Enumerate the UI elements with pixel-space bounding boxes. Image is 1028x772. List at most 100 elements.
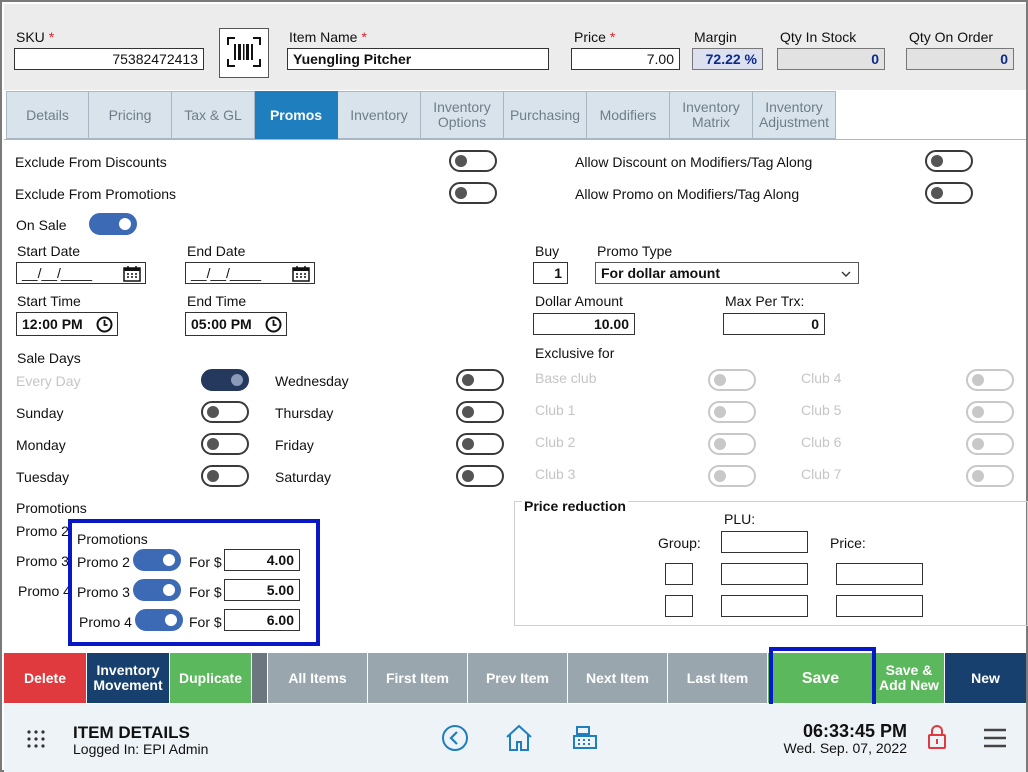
club-toggle[interactable] <box>966 465 1014 487</box>
tab-bar: Details Pricing Tax & GL Promos Inventor… <box>6 91 836 139</box>
tab-inventory-options[interactable]: Inventory Options <box>421 91 504 139</box>
tab-details[interactable]: Details <box>6 91 89 139</box>
sku-label: SKU * <box>16 29 55 45</box>
friday-toggle[interactable] <box>456 433 504 455</box>
menu-icon[interactable] <box>982 727 1008 752</box>
promotions-label: Promotions <box>16 500 87 516</box>
buy-field[interactable]: 1 <box>533 262 568 284</box>
price-field[interactable] <box>836 595 923 617</box>
app-grid-icon[interactable] <box>26 729 46 752</box>
allow-promo-modifiers-toggle[interactable] <box>925 182 973 204</box>
next-item-button[interactable]: Next Item <box>568 653 668 703</box>
group-field[interactable] <box>665 563 693 585</box>
plu-field[interactable] <box>721 563 808 585</box>
item-name-field[interactable]: Yuengling Pitcher <box>287 48 549 70</box>
wednesday-toggle[interactable] <box>456 369 504 391</box>
end-time-field[interactable]: 05:00 PM <box>185 312 287 336</box>
allow-discount-modifiers-toggle[interactable] <box>925 150 973 172</box>
qty-on-order-field: 0 <box>906 48 1014 70</box>
promos-panel: Exclude From Discounts Exclude From Prom… <box>4 139 1028 652</box>
duplicate-button[interactable]: Duplicate <box>170 653 252 703</box>
clock-icon[interactable] <box>265 316 282 336</box>
sale-days-label: Sale Days <box>17 350 81 366</box>
start-date-field[interactable]: __/__/____ <box>16 262 146 284</box>
max-per-trx-field[interactable]: 0 <box>723 313 825 335</box>
promo-type-select[interactable]: For dollar amount <box>595 262 859 284</box>
save-add-new-button[interactable]: Save & Add New <box>874 653 945 703</box>
barcode-scan-button[interactable] <box>219 28 269 78</box>
tuesday-toggle[interactable] <box>201 465 249 487</box>
first-item-button[interactable]: First Item <box>368 653 468 703</box>
qty-in-stock-label: Qty In Stock <box>780 29 857 45</box>
price-label: Price * <box>574 29 616 45</box>
tuesday-label: Tuesday <box>16 469 70 485</box>
footer-bar: ITEM DETAILS Logged In: EPI Admin 06:33:… <box>4 704 1026 772</box>
club-label: Club 3 <box>535 466 576 482</box>
every-day-toggle[interactable] <box>201 369 249 391</box>
saturday-toggle[interactable] <box>456 465 504 487</box>
calendar-icon[interactable] <box>292 265 310 285</box>
club-toggle[interactable] <box>708 465 756 487</box>
club-toggle[interactable] <box>708 369 756 391</box>
buy-label: Buy <box>535 243 560 259</box>
end-date-label: End Date <box>187 243 246 259</box>
plu-field[interactable] <box>721 531 808 553</box>
club-label: Club 6 <box>801 434 842 450</box>
margin-field: 72.22 % <box>692 48 763 70</box>
club-toggle[interactable] <box>966 369 1014 391</box>
exclude-discounts-label: Exclude From Discounts <box>15 154 167 170</box>
tab-purchasing[interactable]: Purchasing <box>504 91 587 139</box>
sku-field[interactable]: 75382472413 <box>14 48 204 70</box>
club-label: Club 7 <box>801 466 842 482</box>
on-sale-toggle[interactable] <box>89 213 137 235</box>
home-icon[interactable] <box>504 723 534 756</box>
group-label: Group: <box>658 535 701 551</box>
app-window: SKU * 75382472413 Item Name * Yuengling Pi… <box>0 0 1028 772</box>
page-title: ITEM DETAILS <box>73 723 190 742</box>
delete-button[interactable]: Delete <box>4 653 87 703</box>
cash-register-icon[interactable] <box>571 723 599 754</box>
dollar-amount-field[interactable]: 10.00 <box>533 313 635 335</box>
promo-type-label: Promo Type <box>597 243 673 259</box>
sunday-label: Sunday <box>16 405 64 421</box>
wednesday-label: Wednesday <box>275 373 349 389</box>
start-time-field[interactable]: 12:00 PM <box>16 312 118 336</box>
tab-modifiers[interactable]: Modifiers <box>587 91 670 139</box>
tab-inventory[interactable]: Inventory <box>338 91 421 139</box>
club-toggle[interactable] <box>708 401 756 423</box>
tab-inventory-adjustment[interactable]: Inventory Adjustment <box>753 91 836 139</box>
plu-label: PLU: <box>724 511 756 527</box>
lock-icon[interactable] <box>926 724 948 753</box>
calendar-icon[interactable] <box>123 265 141 285</box>
all-items-button[interactable]: All Items <box>268 653 368 703</box>
last-item-button[interactable]: Last Item <box>668 653 768 703</box>
tab-inventory-matrix[interactable]: Inventory Matrix <box>670 91 753 139</box>
allow-promo-modifiers-label: Allow Promo on Modifiers/Tag Along <box>575 186 800 202</box>
club-label: Base club <box>535 370 597 386</box>
club-toggle[interactable] <box>966 433 1014 455</box>
group-field[interactable] <box>665 595 693 617</box>
club-toggle[interactable] <box>966 401 1014 423</box>
price-field[interactable]: 7.00 <box>571 48 680 70</box>
tab-promos[interactable]: Promos <box>255 91 338 139</box>
club-label: Club 4 <box>801 370 842 386</box>
tab-tax-gl[interactable]: Tax & GL <box>172 91 255 139</box>
start-date-label: Start Date <box>17 243 81 259</box>
club-toggle[interactable] <box>708 433 756 455</box>
qty-on-order-label: Qty On Order <box>909 29 994 45</box>
exclude-promotions-toggle[interactable] <box>449 182 497 204</box>
prev-item-button[interactable]: Prev Item <box>468 653 568 703</box>
clock-time: 06:33:45 PM <box>802 721 907 741</box>
clock-icon[interactable] <box>96 316 113 336</box>
new-button[interactable]: New <box>945 653 1026 703</box>
plu-field[interactable] <box>721 595 808 617</box>
tab-pricing[interactable]: Pricing <box>89 91 172 139</box>
inventory-movement-button[interactable]: Inventory Movement <box>87 653 170 703</box>
thursday-toggle[interactable] <box>456 401 504 423</box>
back-icon[interactable] <box>441 724 469 755</box>
exclude-discounts-toggle[interactable] <box>449 150 497 172</box>
monday-toggle[interactable] <box>201 433 249 455</box>
price-field[interactable] <box>836 563 923 585</box>
sunday-toggle[interactable] <box>201 401 249 423</box>
end-date-field[interactable]: __/__/____ <box>185 262 315 284</box>
